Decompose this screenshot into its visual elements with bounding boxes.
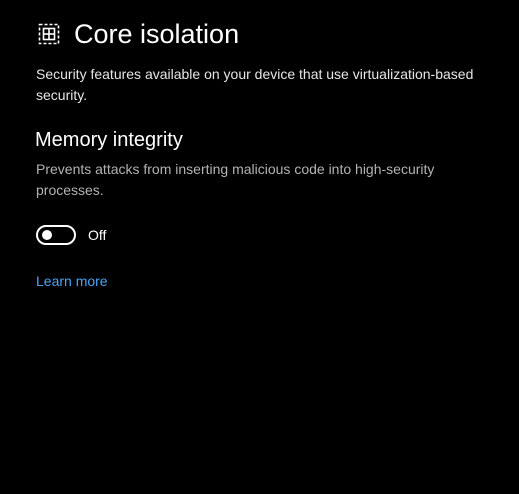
memory-integrity-heading: Memory integrity bbox=[35, 129, 183, 151]
memory-integrity-toggle-row: Off bbox=[36, 225, 106, 245]
memory-integrity-description: Prevents attacks from inserting maliciou… bbox=[36, 161, 435, 198]
page-header: Core isolation bbox=[36, 17, 239, 51]
core-isolation-icon bbox=[36, 21, 62, 47]
toggle-state-label: Off bbox=[88, 227, 107, 243]
memory-integrity-toggle[interactable] bbox=[36, 225, 76, 245]
core-isolation-page: Core isolation Security features availab… bbox=[0, 0, 519, 494]
learn-more-link[interactable]: Learn more bbox=[36, 272, 108, 290]
page-description: Security features available on your devi… bbox=[36, 66, 474, 103]
toggle-knob bbox=[42, 230, 52, 240]
page-title: Core isolation bbox=[74, 19, 240, 49]
